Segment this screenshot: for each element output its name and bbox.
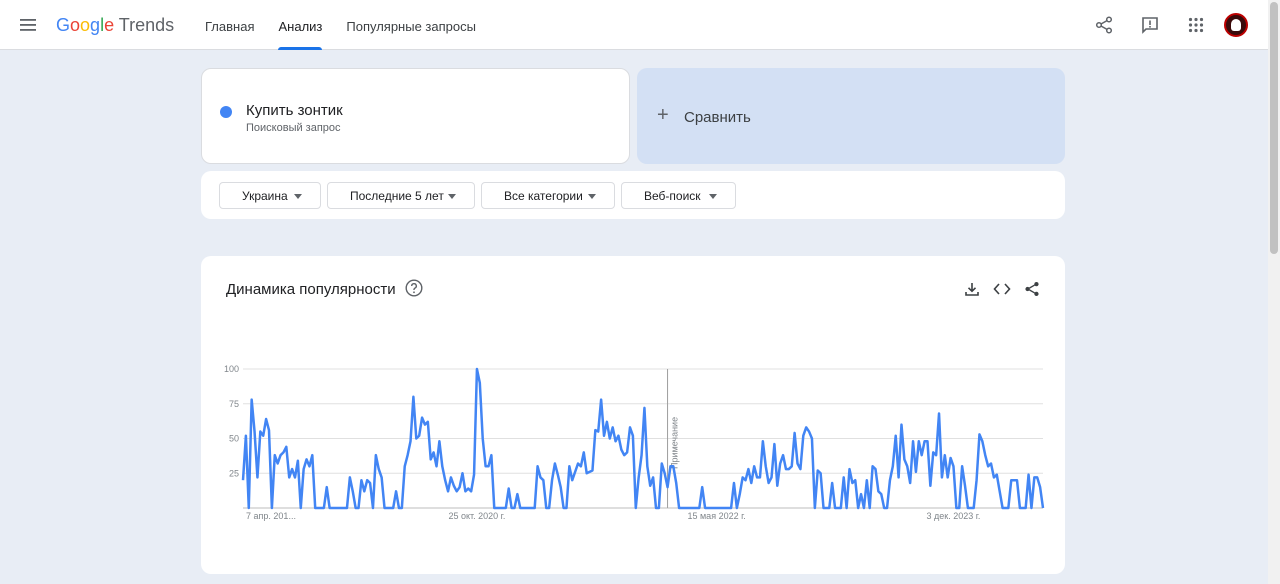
filter-bar: Украина Последние 5 лет Все категории Ве…: [201, 171, 1065, 219]
x-tick-label: 3 дек. 2023 г.: [927, 511, 981, 521]
dropdown-arrow-icon: [294, 194, 302, 199]
avatar[interactable]: [1224, 13, 1248, 37]
search-term-card[interactable]: Купить зонтик Поисковый запрос: [201, 68, 630, 164]
share-icon[interactable]: [1084, 5, 1124, 45]
dropdown-arrow-icon: [588, 194, 596, 199]
google-trends-logo[interactable]: Google Trends: [56, 15, 174, 36]
logo-google: Google: [56, 15, 114, 35]
dropdown-arrow-icon: [709, 194, 717, 199]
y-tick-label: 50: [229, 434, 239, 444]
filter-search-type[interactable]: Веб-поиск: [621, 182, 736, 209]
scroll-thumb[interactable]: [1270, 2, 1278, 254]
nav-home[interactable]: Главная: [193, 0, 266, 50]
apps-grid-icon[interactable]: [1176, 5, 1216, 45]
logo-letter: G: [56, 15, 71, 35]
y-tick-label: 25: [229, 468, 239, 478]
filter-region[interactable]: Украина: [219, 182, 321, 209]
interest-over-time-card: Динамика популярности 25 50 75 100 Примечани…: [201, 256, 1065, 574]
y-tick-label: 75: [229, 399, 239, 409]
filter-category-label: Все категории: [504, 188, 583, 203]
logo-letter: g: [90, 15, 101, 35]
x-tick-label: 15 мая 2022 г.: [687, 511, 745, 521]
logo-letter: o: [80, 15, 91, 35]
plus-icon: +: [657, 104, 669, 126]
filter-period-label: Последние 5 лет: [350, 188, 444, 203]
scrollbar[interactable]: [1268, 0, 1280, 584]
y-tick-label: 100: [224, 364, 239, 374]
dropdown-arrow-icon: [448, 194, 456, 199]
main-nav: Главная Анализ Популярные запросы: [193, 0, 488, 50]
filter-search-type-label: Веб-поиск: [644, 188, 701, 203]
top-bar: Google Trends Главная Анализ Популярные …: [0, 0, 1268, 50]
compare-button[interactable]: + Сравнить: [637, 68, 1065, 164]
interest-line-chart: 25 50 75 100 Примечание 7 апр. 201... 25 окт. …: [224, 364, 1045, 521]
term-title[interactable]: Купить зонтик: [246, 102, 343, 119]
filter-region-label: Украина: [242, 188, 288, 203]
menu-icon[interactable]: [16, 13, 40, 37]
avatar-image: [1231, 19, 1241, 31]
annotation-label: Примечание: [670, 417, 680, 469]
logo-trends: Trends: [118, 15, 175, 35]
logo-letter: e: [104, 15, 115, 35]
x-tick-label: 7 апр. 201...: [246, 511, 296, 521]
logo-letter: o: [70, 15, 81, 35]
nav-explore[interactable]: Анализ: [266, 0, 334, 50]
term-color-dot: [220, 106, 232, 118]
term-subtitle: Поисковый запрос: [246, 122, 341, 134]
top-icons: [1078, 0, 1248, 50]
filter-category[interactable]: Все категории: [481, 182, 615, 209]
nav-trending[interactable]: Популярные запросы: [334, 0, 488, 50]
compare-label: Сравнить: [684, 109, 751, 126]
filter-period[interactable]: Последние 5 лет: [327, 182, 475, 209]
feedback-icon[interactable]: [1130, 5, 1170, 45]
x-tick-label: 25 окт. 2020 г.: [448, 511, 505, 521]
